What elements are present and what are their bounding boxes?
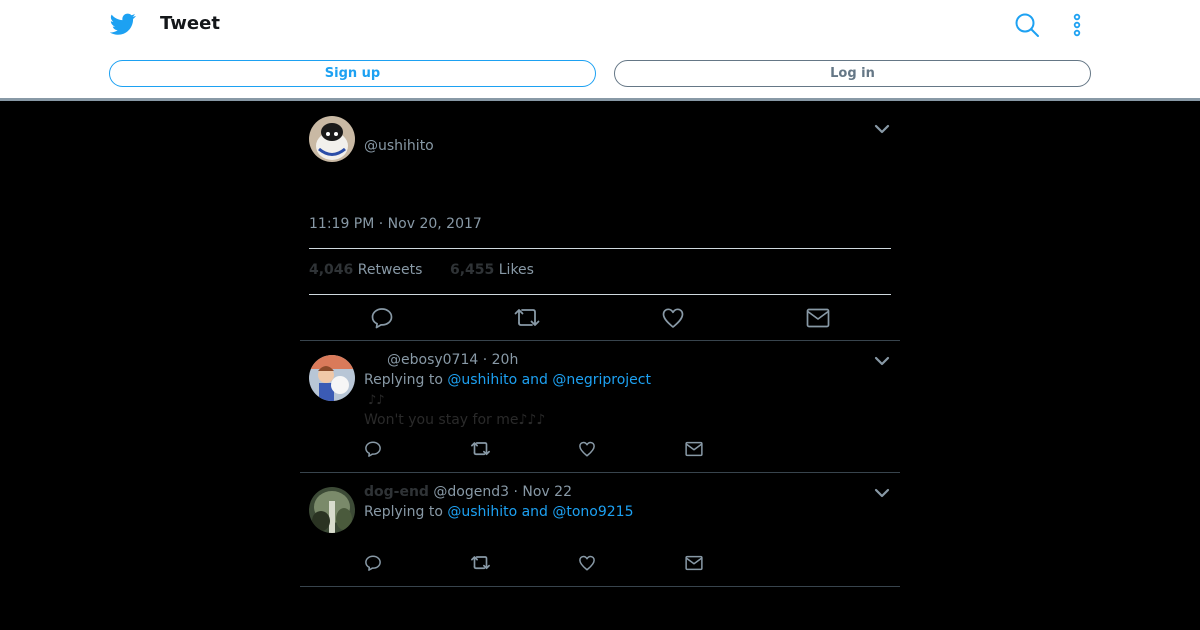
avatar[interactable]: [309, 355, 355, 401]
signup-button[interactable]: Sign up: [109, 60, 596, 87]
likes-stat[interactable]: 6,455 Likes: [450, 262, 534, 278]
chevron-down-icon[interactable]: [874, 488, 890, 498]
tweet-timestamp[interactable]: 11:19 PM · Nov 20, 2017: [309, 216, 482, 232]
reply-icon[interactable]: [370, 306, 394, 330]
message-icon[interactable]: [805, 306, 831, 330]
replying-to-prefix: Replying to: [364, 372, 443, 388]
reply-handle-time[interactable]: @dogend3 · Nov 22: [433, 484, 572, 500]
reply-text: Won't you stay for me♪♪♪: [364, 412, 546, 428]
search-icon[interactable]: [1014, 12, 1040, 38]
replying-to: Replying to @ushihito and @negriproject: [364, 372, 651, 388]
like-icon[interactable]: [578, 440, 596, 458]
retweets-count: 4,046: [309, 262, 354, 278]
chevron-down-icon[interactable]: [874, 356, 890, 366]
twitter-bird-icon[interactable]: [110, 11, 136, 37]
retweets-stat[interactable]: 4,046 Retweets: [309, 262, 422, 278]
reply-author[interactable]: dog-end @dogend3 · Nov 22: [364, 484, 572, 500]
message-icon[interactable]: [684, 440, 704, 458]
retweet-icon[interactable]: [470, 554, 491, 572]
divider: [300, 340, 900, 341]
page-title: Tweet: [160, 13, 220, 34]
reply-icon[interactable]: [364, 554, 382, 572]
replying-to-link[interactable]: @ushihito and @tono9215: [447, 504, 633, 520]
retweet-icon[interactable]: [513, 306, 541, 330]
more-vertical-icon[interactable]: [1068, 12, 1086, 38]
avatar[interactable]: [309, 116, 355, 162]
top-bar: Tweet Sign up Log in: [0, 0, 1200, 98]
message-icon[interactable]: [684, 554, 704, 572]
divider: [300, 586, 900, 587]
reply-icon[interactable]: [364, 440, 382, 458]
like-icon[interactable]: [578, 554, 596, 572]
replying-to-link[interactable]: @ushihito and @negriproject: [447, 372, 651, 388]
reply-text: ♪♪: [368, 393, 385, 408]
tweet-author-handle[interactable]: @ushihito: [364, 138, 434, 154]
likes-count: 6,455: [450, 262, 495, 278]
retweet-icon[interactable]: [470, 440, 491, 458]
divider: [300, 472, 900, 473]
reply-display-name[interactable]: dog-end: [364, 484, 429, 500]
likes-label: Likes: [498, 262, 534, 278]
retweets-label: Retweets: [357, 262, 423, 278]
login-button[interactable]: Log in: [614, 60, 1091, 87]
header-divider: [0, 98, 1200, 101]
divider: [309, 248, 891, 249]
avatar[interactable]: [309, 487, 355, 533]
replying-to-prefix: Replying to: [364, 504, 443, 520]
divider: [309, 294, 891, 295]
replying-to: Replying to @ushihito and @tono9215: [364, 504, 634, 520]
chevron-down-icon[interactable]: [874, 124, 890, 134]
like-icon[interactable]: [661, 306, 685, 330]
reply-handle-time[interactable]: @ebosy0714 · 20h: [387, 352, 518, 368]
